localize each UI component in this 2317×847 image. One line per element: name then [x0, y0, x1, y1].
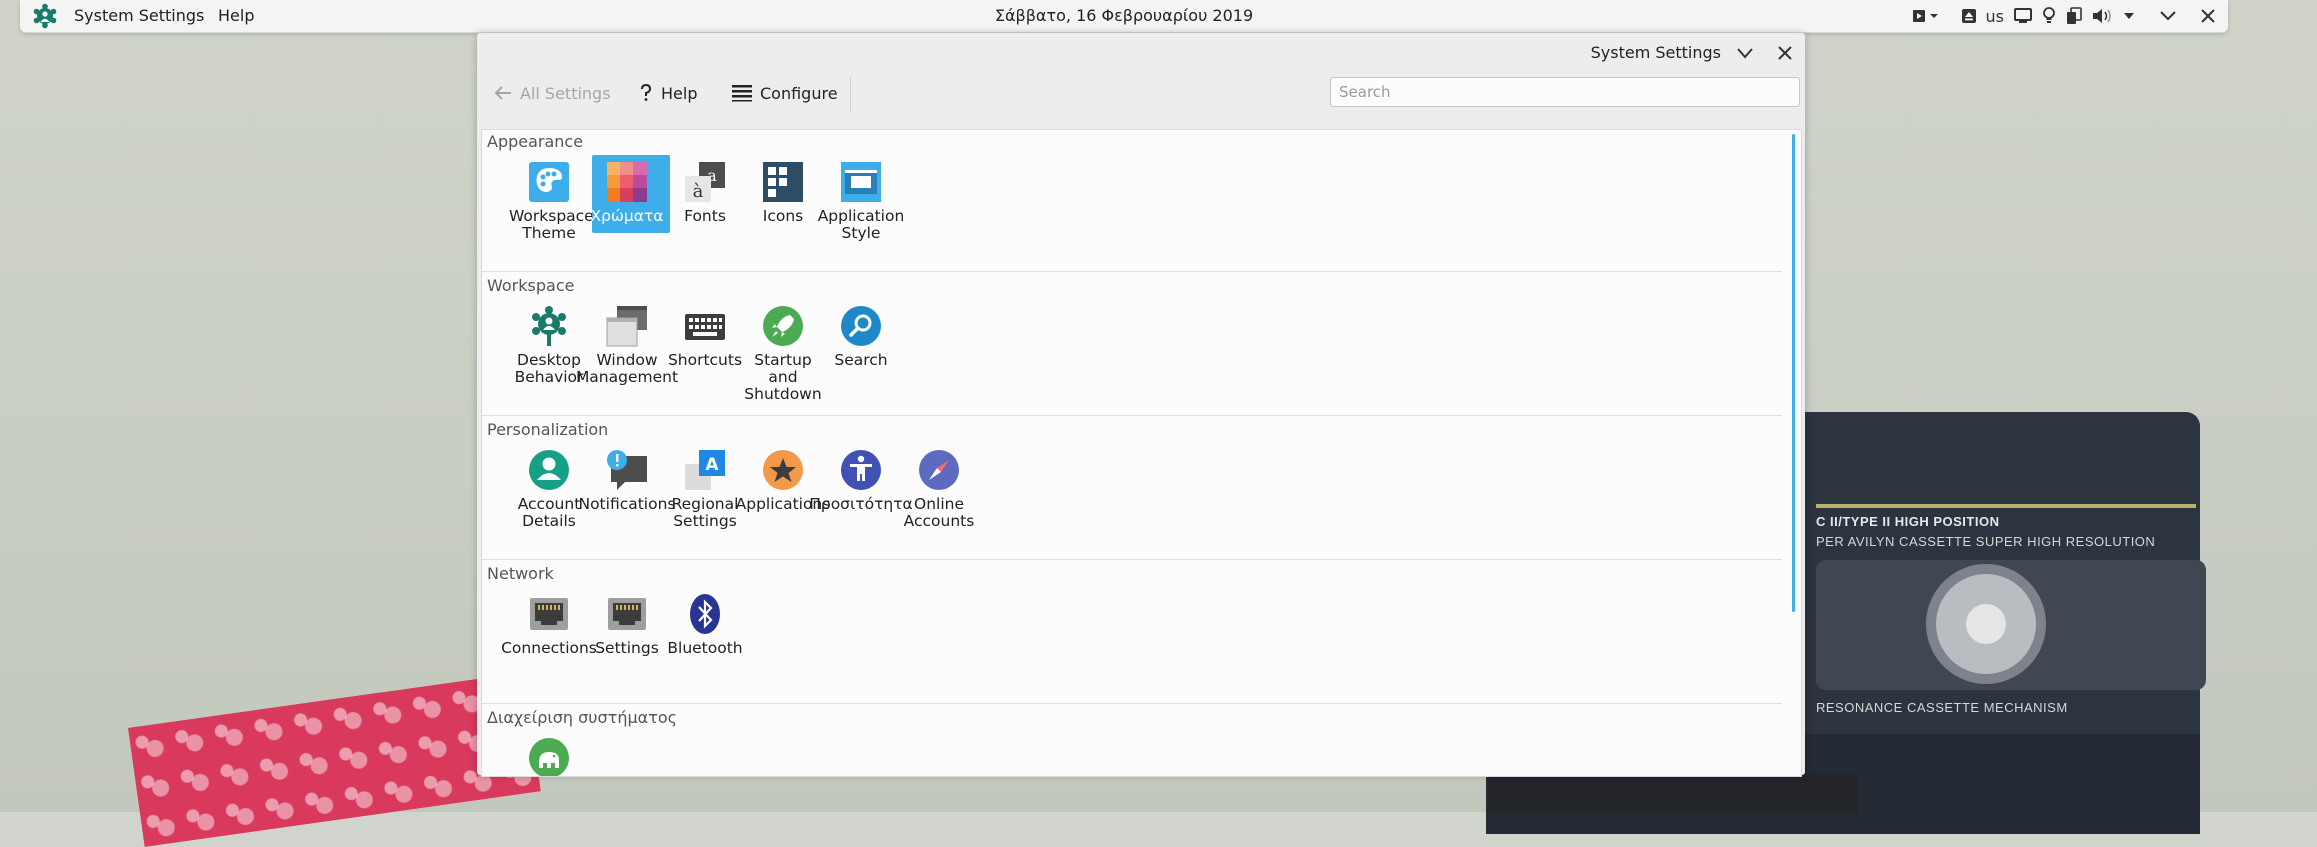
ethernet-port-icon — [530, 598, 568, 630]
applications-star-icon — [763, 450, 803, 490]
icons-icon — [763, 162, 803, 202]
tray-expand-arrow-icon[interactable] — [2122, 0, 2136, 32]
hamburger-menu-icon — [732, 85, 752, 102]
back-arrow-icon — [494, 86, 511, 100]
search-input[interactable] — [1330, 77, 1800, 107]
section-title: Appearance — [487, 132, 584, 151]
section-divider — [482, 415, 1782, 416]
item-search[interactable]: Search — [805, 304, 917, 369]
item-label: Search — [834, 351, 888, 369]
item-label: Online Accounts — [903, 495, 975, 530]
cassette-label-1: C II/TYPE II HIGH POSITION — [1816, 514, 2000, 529]
wallpaper-dark-object — [1488, 774, 1858, 814]
section-title: Workspace — [487, 276, 575, 295]
section-divider — [482, 559, 1782, 560]
section-title: Network — [487, 564, 554, 583]
panel-help-menu[interactable]: Help — [218, 6, 254, 25]
item-system-admin-partial[interactable] — [493, 736, 605, 776]
system-tray: us — [1908, 0, 2228, 32]
media-player-icon[interactable] — [1912, 0, 1943, 32]
window-title: System Settings — [1590, 43, 1721, 62]
system-settings-logo-icon[interactable] — [32, 3, 58, 29]
item-label: Application Style — [817, 207, 905, 242]
bluetooth-icon — [690, 594, 720, 634]
colors-icon — [607, 162, 647, 202]
section-title: Διαχείριση συστήματος — [487, 708, 677, 727]
item-bluetooth[interactable]: Bluetooth — [649, 592, 761, 657]
panel-close-icon[interactable] — [2200, 0, 2216, 32]
panel-clock[interactable]: Σάββατο, 16 Φεβρουαρίου 2019 — [20, 6, 2228, 25]
package-manager-icon — [529, 738, 569, 776]
svg-text:à: à — [693, 181, 704, 202]
notifications-icon — [607, 450, 647, 490]
window-titlebar[interactable]: System Settings — [477, 33, 1805, 73]
help-button[interactable]: Help — [639, 77, 697, 109]
system-settings-window: System Settings All Settings Help Config… — [477, 33, 1805, 777]
ethernet-port-icon — [608, 598, 646, 630]
item-online-accounts[interactable]: Online Accounts — [883, 448, 995, 530]
keyboard-layout-indicator[interactable]: us — [1986, 0, 2004, 32]
question-mark-icon — [641, 84, 652, 101]
lightbulb-icon[interactable] — [2042, 0, 2056, 32]
display-icon[interactable] — [2014, 0, 2032, 32]
application-style-icon — [841, 162, 881, 202]
window-management-icon — [606, 306, 647, 347]
item-application-style[interactable]: Application Style — [805, 160, 917, 242]
all-settings-label: All Settings — [520, 83, 611, 103]
section-divider — [482, 271, 1782, 272]
accessibility-icon — [841, 450, 881, 490]
top-panel: System Settings Help Σάββατο, 16 Φεβρουα… — [20, 0, 2228, 33]
section-title: Personalization — [487, 420, 609, 439]
section-divider — [482, 703, 1782, 704]
vertical-scrollbar[interactable] — [1792, 134, 1795, 612]
panel-minimize-chevron-icon[interactable] — [2159, 0, 2177, 32]
clipboard-icon[interactable] — [2066, 0, 2082, 32]
window-close-icon[interactable] — [1773, 41, 1797, 65]
cassette-label-2: PER AVILYN CASSETTE SUPER HIGH RESOLUTIO… — [1816, 534, 2156, 549]
settings-category-view: Appearance Workspace Theme Χρώματα a à F… — [481, 129, 1802, 777]
workspace-theme-icon — [529, 162, 569, 202]
svg-text:A: A — [705, 455, 719, 475]
online-accounts-icon — [919, 450, 959, 490]
eject-icon[interactable] — [1961, 0, 1976, 32]
keyboard-icon — [685, 314, 725, 340]
configure-label: Configure — [760, 83, 838, 103]
desktop-behavior-icon — [532, 306, 566, 346]
all-settings-button[interactable]: All Settings — [494, 77, 611, 109]
configure-button[interactable]: Configure — [732, 77, 838, 109]
panel-app-name[interactable]: System Settings — [74, 6, 204, 25]
fonts-icon: a à — [685, 162, 725, 202]
help-label: Help — [661, 83, 698, 103]
account-icon — [529, 450, 569, 490]
rocket-icon — [763, 306, 803, 346]
cassette-label-3: RESONANCE CASSETTE MECHANISM — [1816, 700, 2068, 715]
toolbar-separator — [850, 77, 851, 113]
item-label: Bluetooth — [667, 639, 743, 657]
search-icon — [841, 306, 881, 346]
minimize-chevron-icon[interactable] — [1733, 41, 1757, 65]
volume-icon[interactable] — [2092, 0, 2112, 32]
regional-settings-icon: A — [685, 450, 725, 490]
